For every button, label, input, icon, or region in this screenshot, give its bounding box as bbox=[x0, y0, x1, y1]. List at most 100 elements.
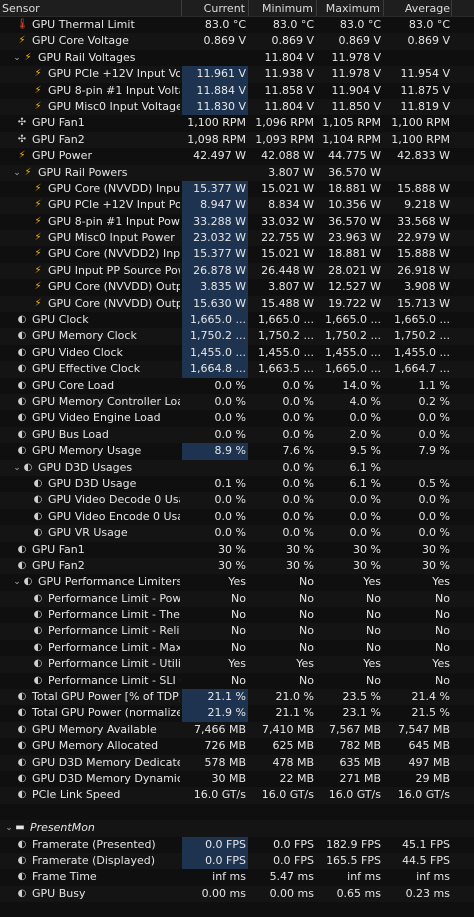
sensor-row[interactable]: ⚡ GPU Core (NVVDD) Outpu...3.835 W 3.807 W… bbox=[0, 279, 474, 296]
gauge-icon: ◐ bbox=[17, 789, 27, 801]
sensor-row[interactable]: ⚡ GPU Core (NVVDD) Outpu...15.630 W 15.488… bbox=[0, 295, 474, 313]
sensor-row[interactable]: ◐ Performance Limit - Reliab... No No No No bbox=[0, 623, 474, 640]
average-value: 16.0 GT/s bbox=[397, 788, 450, 802]
gauge-icon: ◐ bbox=[17, 854, 27, 866]
sensor-row[interactable]: ◐ GPU Bus Load 0.0 % 0.0 % 2.0 % 0.0 % bbox=[0, 426, 474, 444]
sensor-row[interactable]: ◐ GPU Video Engine Load 0.0 % 0.0 % 0.0 % 0.0… bbox=[0, 410, 474, 426]
minimum-value: 1,663.5 ... bbox=[258, 362, 314, 376]
sensor-row[interactable]: ⚡ GPU Core (NVVDD2) Inpu...15.377 W 15.021… bbox=[0, 246, 474, 263]
sensor-row[interactable]: 🌡 GPU Thermal Limit 83.0 °C 83.0 °C 83.0 °C 8… bbox=[0, 17, 474, 33]
maximum-value: 14.0 % bbox=[342, 378, 381, 392]
sensor-row[interactable]: ✣ GPU Fan2 1,098 RPM 1,093 RPM 1,104 RPM 1,10… bbox=[0, 131, 474, 149]
sensor-row[interactable]: ◐ GPU Busy 0.00 ms 0.00 ms 0.65 ms 0.23 ms bbox=[0, 885, 474, 903]
sensor-row[interactable]: ⌄ ⚡ GPU Rail Powers 3.807 W 36.570 W bbox=[0, 164, 474, 181]
sensor-name-cell: ⚡ GPU Misc0 Input Power bbox=[0, 230, 180, 246]
sensor-row[interactable]: ⚡ GPU Core Voltage 0.869 V 0.869 V 0.869 V 0.… bbox=[0, 33, 474, 50]
sensor-row[interactable]: ◐ GPU Video Encode 0 Usage 0.0 % 0.0 % 0.0 %… bbox=[0, 509, 474, 525]
expand-chevron-icon[interactable]: ⌄ bbox=[12, 165, 22, 181]
minimum-value: 7.6 % bbox=[282, 444, 314, 458]
sensor-row[interactable]: ◐ Performance Limit - SLI G... No No No No bbox=[0, 673, 474, 689]
sensor-row[interactable] bbox=[0, 804, 474, 820]
sensor-row[interactable]: ✣ GPU Fan1 1,100 RPM 1,096 RPM 1,105 RPM 1,10… bbox=[0, 115, 474, 131]
sensor-label: GPU Core (NVVDD) Input ... bbox=[48, 181, 180, 195]
sensor-row[interactable]: ◐ GPU Memory Available 7,466 MB 7,410 MB 7,5… bbox=[0, 721, 474, 739]
sensor-row[interactable]: ◐ GPU Memory Usage 8.9 % 7.6 % 9.5 % 7.9 % bbox=[0, 443, 474, 460]
sensor-row[interactable]: ◐ Performance Limit - Utiliza... Yes Yes Yes… bbox=[0, 656, 474, 673]
gauge-icon: ◐ bbox=[23, 576, 33, 588]
sensor-row[interactable]: ◐ Framerate (Presented) 0.0 FPS 0.0 FPS 182.… bbox=[0, 836, 474, 853]
sensor-row[interactable]: ◐ GPU Effective Clock 1,664.8 ... 1,663.5 .… bbox=[0, 361, 474, 378]
current-value: 1,750.2 ... bbox=[182, 328, 248, 345]
sensor-row[interactable]: ⌄ ◐ GPU Performance Limiters Yes No Yes Yes bbox=[0, 574, 474, 590]
sensor-row[interactable]: ◐ GPU Memory Clock 1,750.2 ... 1,750.2 ... 1… bbox=[0, 328, 474, 345]
sensor-row[interactable]: ◐ GPU Video Clock 1,455.0 ... 1,455.0 ... 1,… bbox=[0, 344, 474, 362]
header-minimum[interactable]: Minimum bbox=[262, 2, 313, 15]
maximum-value: No bbox=[366, 640, 381, 654]
current-value: 30 MB bbox=[211, 771, 246, 785]
maximum-value: 23.963 W bbox=[328, 231, 381, 245]
header-sensor[interactable]: Sensor bbox=[2, 2, 40, 15]
sensor-row[interactable]: ◐ PCIe Link Speed 16.0 GT/s 16.0 GT/s 16.0 G… bbox=[0, 787, 474, 804]
sensor-name-cell: ◐ GPU Fan1 bbox=[0, 542, 180, 558]
current-value: 0.00 ms bbox=[201, 886, 246, 900]
sensor-row[interactable]: ◐ Frame Time inf ms 5.47 ms inf ms inf ms bbox=[0, 869, 474, 885]
sensor-row[interactable]: ◐ Performance Limit - Max ... No No No No bbox=[0, 640, 474, 656]
header-maximum[interactable]: Maximum bbox=[326, 2, 380, 15]
sensor-row[interactable]: ◐ GPU Fan2 30 % 30 % 30 % 30 % bbox=[0, 557, 474, 575]
sensor-row[interactable]: ◐ Framerate (Displayed) 0.0 FPS 0.0 FPS 165.… bbox=[0, 852, 474, 870]
sensor-row[interactable]: ◐ GPU D3D Usage 0.1 % 0.0 % 6.1 % 0.5 % bbox=[0, 476, 474, 492]
expand-chevron-icon[interactable]: ⌄ bbox=[12, 50, 22, 66]
maximum-value: 0.0 % bbox=[349, 509, 381, 523]
maximum-value: 12.527 W bbox=[328, 280, 381, 294]
expand-chevron-icon[interactable]: ⌄ bbox=[12, 460, 22, 476]
current-value: 23.032 W bbox=[182, 230, 248, 247]
sensor-row[interactable]: ◐ GPU Memory Allocated 726 MB 625 MB 782 MB 6… bbox=[0, 738, 474, 754]
current-value: 3.835 W bbox=[182, 279, 248, 296]
maximum-value: 18.881 W bbox=[328, 247, 381, 261]
sensor-row[interactable]: ⌄ ⚡ GPU Rail Voltages 11.804 V 11.978 V bbox=[0, 50, 474, 66]
sensor-row[interactable]: ⚡ GPU PCIe +12V Input Vol...11.961 V 11.93… bbox=[0, 66, 474, 83]
sensor-row[interactable]: ◐ Total GPU Power (normalized...21.9 % 21.… bbox=[0, 705, 474, 722]
current-value: 0.0 % bbox=[214, 411, 246, 425]
sensor-row[interactable]: ◐ GPU Clock 1,665.0 ... 1,665.0 ... 1,665.0 … bbox=[0, 312, 474, 329]
sensor-row[interactable]: ⚡ GPU Misc0 Input Voltage 11.830 V 11.804 V… bbox=[0, 98, 474, 116]
sensor-row[interactable]: ◐ GPU Core Load 0.0 % 0.0 % 14.0 % 1.1 % bbox=[0, 378, 474, 394]
sensor-row[interactable]: ⚡ GPU 8-pin #1 Input Voltage11.884 V 11.85… bbox=[0, 82, 474, 99]
sensor-row[interactable]: ◐ GPU D3D Memory Dedicated 578 MB 478 MB 635… bbox=[0, 754, 474, 771]
sensor-label: GPU Clock bbox=[32, 313, 89, 327]
sensor-row[interactable]: ⌄ ◐ GPU D3D Usages 0.0 % 6.1 % bbox=[0, 459, 474, 476]
current-value: 11.884 V bbox=[182, 82, 248, 99]
sensor-row[interactable]: ⚡ GPU Misc0 Input Power 23.032 W 22.755 W 23… bbox=[0, 230, 474, 247]
header-average[interactable]: Average bbox=[405, 2, 450, 15]
average-value: 0.0 % bbox=[418, 509, 450, 523]
sensor-row[interactable]: ◐ Total GPU Power [% of TDP] 21.1 % 21.0 % 2… bbox=[0, 689, 474, 706]
current-value: 0.869 V bbox=[203, 34, 246, 48]
sensor-row[interactable]: ◐ GPU Video Decode 0 Usage 0.0 % 0.0 % 0.0 %… bbox=[0, 492, 474, 509]
sensor-label: GPU D3D Memory Dedicated bbox=[32, 755, 180, 769]
lightning-bolt-icon: ⚡ bbox=[34, 182, 42, 194]
sensor-row[interactable]: ⚡ GPU Input PP Source Pow...26.878 W 26.44… bbox=[0, 262, 474, 280]
sensor-row[interactable]: ◐ GPU Memory Controller Load 0.0 % 0.0 % 4.0… bbox=[0, 393, 474, 411]
sensor-row[interactable]: ◐ GPU Fan1 30 % 30 % 30 % 30 % bbox=[0, 542, 474, 558]
sensor-row[interactable]: ◐ Performance Limit - Power No No No No bbox=[0, 590, 474, 608]
sensor-row[interactable]: ⚡ GPU 8-pin #1 Input Power 33.288 W 33.032 … bbox=[0, 213, 474, 231]
sensor-row[interactable]: ⚡ GPU Core (NVVDD) Input ...15.377 W 15.02… bbox=[0, 180, 474, 198]
sensor-row[interactable]: ⚡ GPU PCIe +12V Input Power8.947 W 8.834 W… bbox=[0, 197, 474, 214]
sensor-row[interactable]: ◐ GPU VR Usage 0.0 % 0.0 % 0.0 % 0.0 % bbox=[0, 525, 474, 542]
header-current[interactable]: Current bbox=[204, 2, 245, 15]
sensor-label: GPU Core (NVVDD) Outpu... bbox=[48, 296, 180, 310]
sensor-name-cell: ◐ GPU Effective Clock bbox=[0, 361, 180, 377]
lightning-bolt-icon: ⚡ bbox=[34, 281, 42, 293]
expand-chevron-icon[interactable]: ⌄ bbox=[12, 574, 22, 590]
sensor-row[interactable]: ⚡ GPU Power 42.497 W 42.088 W 44.775 W 42.833… bbox=[0, 148, 474, 164]
sensor-row[interactable]: ◐ GPU D3D Memory Dynamic 30 MB 22 MB 271 MB 2… bbox=[0, 771, 474, 787]
minimum-value: 22 MB bbox=[279, 771, 314, 785]
sensor-row[interactable]: ◐ Performance Limit - Thermal No No No No bbox=[0, 607, 474, 623]
lightning-bolt-icon: ⚡ bbox=[34, 297, 42, 309]
expand-chevron-icon[interactable]: ⌄ bbox=[4, 820, 14, 836]
sensor-name-cell: ⌄ ⚡ GPU Rail Voltages bbox=[0, 50, 180, 66]
maximum-value: 6.1 % bbox=[349, 476, 381, 490]
sensor-row[interactable]: ⌄ ▬ PresentMon bbox=[0, 820, 474, 837]
average-value bbox=[384, 50, 450, 66]
sensor-name-cell: ⚡ GPU 8-pin #1 Input Power bbox=[0, 214, 180, 230]
